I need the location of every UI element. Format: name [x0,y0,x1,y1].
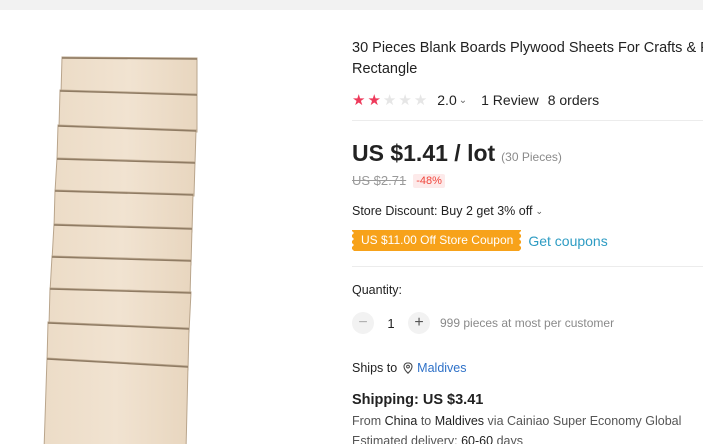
product-info: 30 Pieces Blank Boards Plywood Sheets Fo… [352,0,703,444]
get-coupons-link[interactable]: Get coupons [528,233,607,249]
price: US $1.41 / lot [352,140,496,166]
quantity-stepper: − 1 + 999 pieces at most per customer [352,312,614,334]
shipping-route: From China to Maldives via Cainiao Super… [352,414,681,428]
shipping-method: via Cainiao Super Economy Global [487,414,682,428]
ships-to-label: Ships to [352,361,398,375]
divider [352,120,703,121]
location-pin-icon [403,362,413,374]
chevron-down-icon[interactable]: ⌄ [459,95,467,106]
original-price-row: US $2.71 -48% [352,173,445,188]
shipping-cost: Shipping: US $3.41 [352,392,484,408]
rating-stars[interactable]: ★ ★ ★ ★ ★ [352,93,429,108]
title-line-2: Rectangle [352,61,418,77]
estimated-prefix: Estimated delivery: [352,434,458,444]
quantity-label: Quantity: [352,283,403,297]
star-icon: ★ [367,91,381,109]
price-row: US $1.41 / lot (30 Pieces) [352,140,562,167]
estimated-days: 60-60 [461,434,494,444]
star-icon: ★ [382,91,397,109]
product-image[interactable] [0,10,330,444]
coupon-row: US $11.00 Off Store Coupon Get coupons [352,230,608,251]
divider [352,266,703,267]
estimated-delivery: Estimated delivery: 60-60 days [352,434,523,444]
discount-badge: -48% [413,173,445,188]
ships-to-row: Ships to Maldives [352,361,467,375]
store-discount[interactable]: Store Discount: Buy 2 get 3% off ⌄ [352,204,543,218]
store-coupon[interactable]: US $11.00 Off Store Coupon [352,230,522,251]
orders-count: 8 orders [547,92,600,108]
plywood-sheets-image [43,56,198,444]
quantity-minus-button[interactable]: − [352,312,374,334]
from-country: China [384,414,418,428]
product-title[interactable]: 30 Pieces Blank Boards Plywood Sheets Fo… [352,38,703,80]
quantity-limit-note: 999 pieces at most per customer [440,316,615,330]
ships-to-country[interactable]: Maldives [417,361,466,375]
star-icon: ★ [398,91,412,109]
rating-value[interactable]: 2.0 [437,92,456,108]
quantity-plus-button[interactable]: + [408,312,430,334]
pieces-per-lot: (30 Pieces) [501,150,562,164]
to-country: Maldives [434,414,485,428]
title-line-1: 30 Pieces Blank Boards Plywood Sheets Fo… [352,40,703,56]
original-price: US $2.71 [352,173,407,188]
store-discount-text: Store Discount: Buy 2 get 3% off [352,204,533,218]
quantity-input[interactable]: 1 [374,316,408,331]
chevron-down-icon: ⌄ [535,205,543,216]
star-icon: ★ [413,91,428,109]
days-word: days [496,434,523,444]
to-word: to [420,414,432,428]
star-icon: ★ [352,91,366,109]
reviews-count[interactable]: 1 Review [481,92,539,108]
from-prefix: From [352,414,382,428]
rating-row: ★ ★ ★ ★ ★ 2.0 ⌄ 1 Review 8 orders [352,90,599,110]
